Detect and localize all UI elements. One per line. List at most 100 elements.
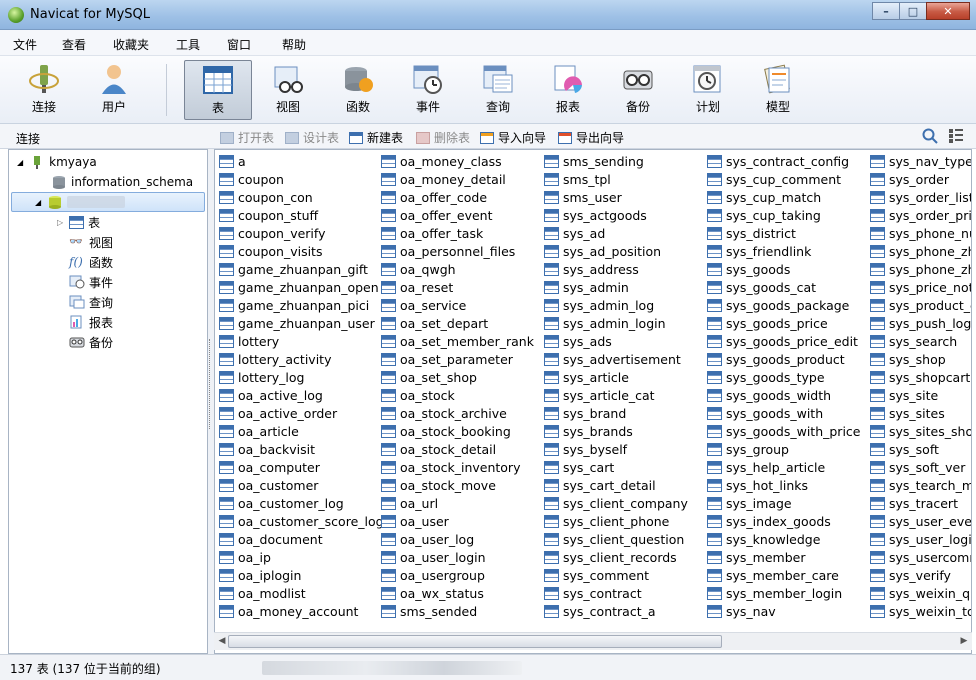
tree-item-reports[interactable]: 报表 [69,313,113,331]
design-table-button[interactable]: 设计表 [285,129,339,146]
menu-tools[interactable]: 工具 [176,36,200,53]
table-list-item[interactable]: sys_group [707,440,789,458]
table-list-item[interactable]: oa_active_order [219,404,337,422]
table-list-item[interactable]: sys_weixin_tok [870,602,971,620]
table-list-item[interactable]: oa_set_shop [381,368,477,386]
table-list-item[interactable]: sys_member [707,548,805,566]
table-list-item[interactable]: oa_money_account [219,602,358,620]
table-list-item[interactable]: oa_money_class [381,152,502,170]
table-list-item[interactable]: sys_goods [707,260,790,278]
delete-table-button[interactable]: 删除表 [416,129,470,146]
table-list-item[interactable]: sys_user_every [870,512,971,530]
table-list-item[interactable]: oa_usergroup [381,566,485,584]
tree-item-queries[interactable]: 查询 [69,293,113,311]
table-list-item[interactable]: game_zhuanpan_gift [219,260,368,278]
table-list-item[interactable]: sys_goods_cat [707,278,816,296]
table-list-item[interactable]: oa_user_login [381,548,486,566]
scroll-left-arrow-icon[interactable]: ◀ [216,636,228,648]
tree-db-selected[interactable]: ◢ [35,193,126,211]
table-list-item[interactable]: sys_client_records [544,548,677,566]
table-list-item[interactable]: sys_push_log [870,314,971,332]
table-list-item[interactable]: sys_site [870,386,938,404]
table-list-item[interactable]: sys_image [707,494,792,512]
table-list-item[interactable]: sys_friendlink [707,242,811,260]
open-table-button[interactable]: 打开表 [220,129,274,146]
tree-db-information-schema[interactable]: information_schema [51,173,193,191]
table-list-item[interactable]: sys_ad [544,224,605,242]
toolbar-backup-button[interactable]: 备份 [604,60,672,120]
table-list-item[interactable]: sys_district [707,224,796,242]
table-list-item[interactable]: sys_tracert [870,494,958,512]
table-list-item[interactable]: sys_product_c [870,296,971,314]
toolbar-user-button[interactable]: 用户 [80,60,148,120]
table-list-item[interactable]: oa_user_log [381,530,474,548]
table-list-item[interactable]: sys_order [870,170,949,188]
tree-item-functions[interactable]: f() 函数 [69,253,113,271]
table-list-item[interactable]: oa_set_parameter [381,350,513,368]
table-list-item[interactable]: oa_stock_move [381,476,496,494]
table-list-item[interactable]: sys_member_login [707,584,842,602]
table-list-item[interactable]: oa_offer_event [381,206,493,224]
table-list-item[interactable]: game_zhuanpan_pici [219,296,369,314]
menu-file[interactable]: 文件 [13,36,37,53]
table-list-item[interactable]: sys_admin_log [544,296,654,314]
table-list-item[interactable]: oa_modlist [219,584,306,602]
toolbar-connection-button[interactable]: 连接 [10,60,78,120]
table-list-item[interactable]: sys_goods_type [707,368,825,386]
table-list-item[interactable]: sys_goods_with [707,404,823,422]
table-list-item[interactable]: sys_order_list [870,188,971,206]
table-list-item[interactable]: oa_iplogin [219,566,301,584]
table-list-item[interactable]: sys_price_noti [870,278,971,296]
toolbar-query-button[interactable]: 查询 [464,60,532,120]
table-list-item[interactable]: oa_backvisit [219,440,315,458]
table-list-item[interactable]: oa_offer_task [381,224,483,242]
table-list-item[interactable]: oa_user [381,512,449,530]
scrollbar-thumb[interactable] [228,635,722,648]
table-list-item[interactable]: a [219,152,246,170]
table-list-item[interactable]: coupon_verify [219,224,325,242]
table-list-item[interactable]: sys_cup_comment [707,170,841,188]
horizontal-scrollbar[interactable]: ◀ ▶ [214,632,972,650]
table-list-item[interactable]: oa_url [381,494,438,512]
table-list-item[interactable]: sys_advertisement [544,350,681,368]
table-list-item[interactable]: sys_order_pric [870,206,971,224]
scroll-right-arrow-icon[interactable]: ▶ [958,636,970,648]
tree-item-backups[interactable]: 备份 [69,333,113,351]
toolbar-model-button[interactable]: 模型 [744,60,812,120]
table-list-item[interactable]: oa_customer [219,476,318,494]
menu-view[interactable]: 查看 [62,36,86,53]
tree-item-views[interactable]: 👓 视图 [69,233,113,251]
table-list-item[interactable]: sys_contract [544,584,642,602]
table-list-item[interactable]: sys_phone_nu [870,224,971,242]
table-list-item[interactable]: sys_knowledge [707,530,820,548]
table-list-item[interactable]: lottery_activity [219,350,331,368]
table-list-item[interactable]: sys_sites_shop [870,422,971,440]
table-list-item[interactable]: sys_hot_links [707,476,808,494]
table-list-item[interactable]: sys_admin [544,278,629,296]
table-list-item[interactable]: oa_article [219,422,299,440]
table-list-item[interactable]: oa_set_depart [381,314,488,332]
table-list-item[interactable]: game_zhuanpan_user [219,314,375,332]
table-list-item[interactable]: sys_member_care [707,566,839,584]
table-list-item[interactable]: oa_customer_log [219,494,344,512]
table-list-item[interactable]: oa_personnel_files [381,242,515,260]
table-list-item[interactable]: sys_client_company [544,494,688,512]
table-list-item[interactable]: sys_goods_product [707,350,845,368]
new-table-button[interactable]: 新建表 [349,129,403,146]
table-list-item[interactable]: sys_ad_position [544,242,661,260]
table-list-item[interactable]: sys_verify [870,566,951,584]
tree-item-events[interactable]: 事件 [69,273,113,291]
table-list-item[interactable]: sys_cup_taking [707,206,821,224]
table-list-item[interactable]: oa_stock_inventory [381,458,520,476]
table-list-item[interactable]: sys_usercomm [870,548,971,566]
table-list-item[interactable]: sys_client_question [544,530,684,548]
toolbar-report-button[interactable]: 报表 [534,60,602,120]
search-button[interactable] [922,128,938,144]
table-list-item[interactable]: oa_money_detail [381,170,506,188]
table-list-item[interactable]: sys_sites [870,404,945,422]
table-list-item[interactable]: sys_comment [544,566,649,584]
table-list-item[interactable]: sys_search [870,332,957,350]
table-list-item[interactable]: oa_wx_status [381,584,484,602]
toolbar-function-button[interactable]: 函数 [324,60,392,120]
table-list-item[interactable]: sys_brand [544,404,626,422]
